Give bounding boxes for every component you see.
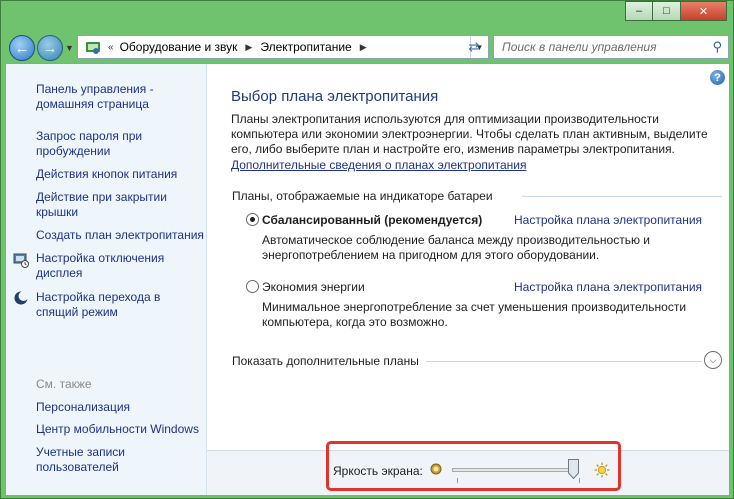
more-plans-divider [426, 361, 702, 362]
search-placeholder: Поиск в панели управления [502, 40, 657, 54]
show-more-plans-label[interactable]: Показать дополнительные планы [232, 354, 419, 368]
title-bar[interactable]: – □ ✕ [1, 1, 733, 31]
plan-power-saver-name[interactable]: Экономия энергии [262, 280, 365, 294]
plans-group-label: Планы, отображаемые на индикаторе батаре… [232, 189, 493, 203]
search-input[interactable]: Поиск в панели управления ⚲ [493, 35, 729, 59]
plan-balanced-description: Автоматическое соблюдение баланса между … [262, 233, 651, 262]
sidebar-link-mobility-center[interactable]: Центр мобильности Windows [36, 422, 199, 437]
sidebar-link-create-plan[interactable]: Создать план электропитания [36, 228, 204, 243]
expand-chevron-icon[interactable]: ⌵ [704, 351, 722, 369]
search-icon[interactable]: ⚲ [712, 39, 722, 55]
slider-tick-min [457, 478, 458, 483]
sidebar-link-power-buttons[interactable]: Действия кнопок питания [36, 167, 177, 182]
plan-balanced-radio[interactable] [246, 213, 259, 226]
plan-balanced-settings-link[interactable]: Настройка плана электропитания [514, 213, 702, 227]
group-divider [522, 196, 722, 197]
recent-pages-dropdown-icon[interactable]: ▼ [65, 43, 74, 53]
breadcrumb-item-power[interactable]: Электропитание [260, 40, 351, 54]
intro-text: Планы электропитания используются для оп… [231, 112, 708, 156]
sidebar-link-home[interactable]: Панель управления - домашняя страница [36, 82, 186, 112]
plan-balanced-name[interactable]: Сбалансированный (рекомендуется) [262, 213, 482, 227]
window-controls: – □ ✕ [625, 1, 727, 21]
plan-power-saver-radio[interactable] [246, 280, 259, 293]
sidebar: Панель управления - домашняя страница За… [6, 64, 207, 495]
sidebar-link-user-accounts[interactable]: Учетные записи пользователей [36, 445, 166, 475]
dim-sun-icon [430, 463, 442, 475]
more-info-link[interactable]: Дополнительные сведения о планах электро… [231, 158, 526, 172]
breadcrumb-arrow-icon[interactable]: ▶ [360, 42, 367, 53]
address-bar[interactable]: « Оборудование и звук ▶ Электропитание ▶… [77, 35, 489, 59]
sidebar-link-lid-close[interactable]: Действие при закрытии крышки [36, 190, 186, 220]
sidebar-link-password-on-wake[interactable]: Запрос пароля при пробуждении [36, 129, 186, 159]
sleep-mode-icon [13, 290, 29, 306]
control-panel-window: – □ ✕ ← → ▼ « Оборудование и звук ▶ Элек… [0, 0, 734, 499]
breadcrumb-item-hardware[interactable]: Оборудование и звук [120, 40, 238, 54]
minimize-button[interactable]: – [625, 1, 653, 21]
plan-power-saver-description: Минимальное энергопотребление за счет ум… [262, 300, 687, 329]
brightness-slider-thumb[interactable] [568, 459, 579, 480]
sidebar-link-sleep[interactable]: Настройка перехода в спящий режим [36, 290, 186, 320]
sidebar-link-display-off[interactable]: Настройка отключения дисплея [36, 251, 186, 281]
sidebar-link-personalization[interactable]: Персонализация [36, 400, 130, 415]
refresh-icon: ⇄ [468, 39, 480, 54]
slider-tick-max [579, 478, 580, 483]
brightness-slider-track[interactable] [452, 468, 576, 472]
breadcrumb-arrow-icon[interactable]: ▶ [245, 42, 252, 53]
maximize-button[interactable]: □ [653, 1, 681, 21]
control-panel-icon [84, 39, 102, 55]
back-button[interactable]: ← [9, 35, 35, 61]
breadcrumb-chevron-icon[interactable]: « [108, 42, 114, 53]
brightness-label: Яркость экрана: [333, 464, 423, 478]
close-button[interactable]: ✕ [681, 1, 727, 21]
plan-power-saver-settings-link[interactable]: Настройка плана электропитания [514, 280, 702, 294]
help-icon[interactable]: ? [710, 70, 725, 85]
refresh-button[interactable]: ⇄ [461, 36, 487, 58]
navigation-bar: ← → ▼ « Оборудование и звук ▶ Электропит… [5, 31, 729, 63]
forward-button[interactable]: → [37, 35, 63, 61]
display-off-icon [13, 252, 29, 268]
content-area: Панель управления - домашняя страница За… [5, 63, 730, 496]
page-title: Выбор плана электропитания [231, 88, 439, 105]
bright-sun-icon [594, 462, 610, 478]
see-also-heading: См. также [36, 377, 92, 391]
